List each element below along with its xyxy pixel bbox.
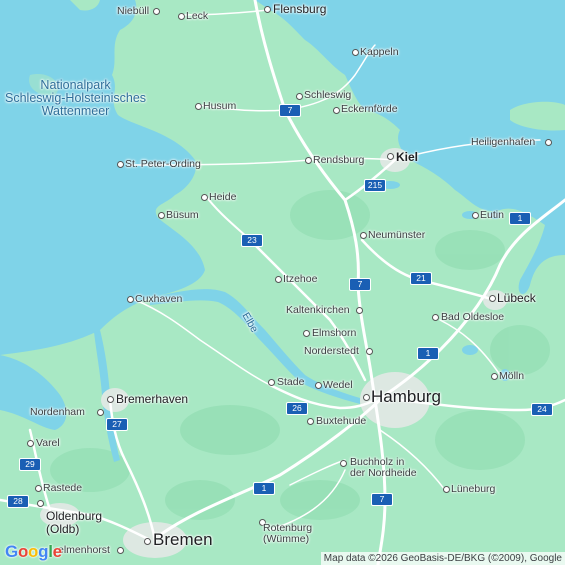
bremerhaven-marker[interactable] <box>107 396 114 403</box>
bremen-marker[interactable] <box>144 538 151 545</box>
place-buchholz[interactable]: Buchholz in der Nordheide <box>350 457 417 479</box>
route-shield-a23: 23 <box>241 234 263 247</box>
st-peter-ording-marker[interactable] <box>117 161 124 168</box>
elmshorn-marker[interactable] <box>303 330 310 337</box>
place-oldenburg[interactable]: Oldenburg (Oldb) <box>46 510 102 536</box>
map-canvas[interactable]: Nationalpark Schleswig-Holsteinisches Wa… <box>0 0 565 565</box>
place-schleswig[interactable]: Schleswig <box>304 90 351 101</box>
place-bad-oldesloe[interactable]: Bad Oldesloe <box>441 312 504 323</box>
route-shield-a28: 28 <box>7 495 29 508</box>
route-shield-a1-south: 1 <box>253 482 275 495</box>
place-niebuell[interactable]: Niebüll <box>117 6 149 17</box>
rendsburg-marker[interactable] <box>305 157 312 164</box>
route-shield-a21: 21 <box>410 272 432 285</box>
wedel-marker[interactable] <box>315 382 322 389</box>
kiel-marker[interactable] <box>387 153 394 160</box>
route-shield-a29: 29 <box>19 458 41 471</box>
place-elmshorn[interactable]: Elmshorn <box>312 328 356 339</box>
place-kiel[interactable]: Kiel <box>396 151 418 164</box>
husum-marker[interactable] <box>195 103 202 110</box>
cuxhaven-marker[interactable] <box>127 296 134 303</box>
place-heiligenhafen[interactable]: Heiligenhafen <box>471 137 535 148</box>
flensburg-marker[interactable] <box>264 6 271 13</box>
google-logo: Google <box>5 542 62 561</box>
leck-marker[interactable] <box>178 13 185 20</box>
delmenhorst-marker[interactable] <box>117 547 124 554</box>
place-st-peter-ording[interactable]: St. Peter-Ording <box>125 159 201 170</box>
place-stade[interactable]: Stade <box>277 377 304 388</box>
place-moelln[interactable]: Mölln <box>499 371 524 382</box>
route-shield-a7-north: 7 <box>279 104 301 117</box>
place-eutin[interactable]: Eutin <box>480 210 504 221</box>
bad-oldesloe-marker[interactable] <box>432 314 439 321</box>
place-flensburg[interactable]: Flensburg <box>273 3 326 16</box>
kappeln-marker[interactable] <box>352 49 359 56</box>
place-rastede[interactable]: Rastede <box>43 483 82 494</box>
place-bremerhaven[interactable]: Bremerhaven <box>116 393 188 406</box>
route-shield-a215: 215 <box>364 179 386 192</box>
place-cuxhaven[interactable]: Cuxhaven <box>135 294 182 305</box>
moelln-marker[interactable] <box>491 373 498 380</box>
place-kaltenkirchen[interactable]: Kaltenkirchen <box>286 305 350 316</box>
map-attribution[interactable]: Map data ©2026 GeoBasis-DE/BKG (©2009), … <box>320 552 565 565</box>
itzehoe-marker[interactable] <box>275 276 282 283</box>
stade-marker[interactable] <box>268 379 275 386</box>
route-shield-a26: 26 <box>286 402 308 415</box>
route-shield-a1-east: 1 <box>509 212 531 225</box>
heide-marker[interactable] <box>201 194 208 201</box>
schleswig-marker[interactable] <box>296 93 303 100</box>
place-itzehoe[interactable]: Itzehoe <box>283 274 317 285</box>
place-norderstedt[interactable]: Norderstedt <box>304 346 359 357</box>
place-wedel[interactable]: Wedel <box>323 380 353 391</box>
route-shield-a7-mid: 7 <box>349 278 371 291</box>
place-kappeln[interactable]: Kappeln <box>360 47 399 58</box>
eutin-marker[interactable] <box>472 212 479 219</box>
buesum-marker[interactable] <box>158 212 165 219</box>
buxtehude-marker[interactable] <box>307 418 314 425</box>
eckernfoerde-marker[interactable] <box>333 107 340 114</box>
niebuell-marker[interactable] <box>153 8 160 15</box>
rastede-marker[interactable] <box>35 485 42 492</box>
place-neumuenster[interactable]: Neumünster <box>368 230 425 241</box>
neumuenster-marker[interactable] <box>360 232 367 239</box>
place-rotenburg[interactable]: Rotenburg (Wümme) <box>263 523 312 545</box>
hamburg-marker[interactable] <box>363 394 370 401</box>
norderstedt-marker[interactable] <box>366 348 373 355</box>
place-varel[interactable]: Varel <box>36 438 60 449</box>
buchholz-marker[interactable] <box>340 460 347 467</box>
place-eckernfoerde[interactable]: Eckernförde <box>341 104 398 115</box>
place-hamburg[interactable]: Hamburg <box>371 388 441 406</box>
luebeck-marker[interactable] <box>489 295 496 302</box>
place-rendsburg[interactable]: Rendsburg <box>313 155 364 166</box>
route-shield-a1-mid: 1 <box>417 347 439 360</box>
place-husum[interactable]: Husum <box>203 101 236 112</box>
route-shield-a24: 24 <box>531 403 553 416</box>
route-shield-a7-south: 7 <box>371 493 393 506</box>
place-leck[interactable]: Leck <box>186 11 208 22</box>
route-shield-a27: 27 <box>106 418 128 431</box>
place-bremen[interactable]: Bremen <box>153 531 213 549</box>
place-buesum[interactable]: Büsum <box>166 210 199 221</box>
heiligenhafen-marker[interactable] <box>545 139 552 146</box>
oldenburg-marker[interactable] <box>37 500 44 507</box>
place-heide[interactable]: Heide <box>209 192 236 203</box>
place-luebeck[interactable]: Lübeck <box>497 292 536 305</box>
varel-marker[interactable] <box>27 440 34 447</box>
kaltenkirchen-marker[interactable] <box>356 307 363 314</box>
place-buxtehude[interactable]: Buxtehude <box>316 416 366 427</box>
place-delmenhorst[interactable]: elmenhorst <box>58 545 110 556</box>
lueneburg-marker[interactable] <box>443 486 450 493</box>
place-lueneburg[interactable]: Lüneburg <box>451 484 495 495</box>
place-nordenham[interactable]: Nordenham <box>30 407 85 418</box>
wattenmeer-label: Nationalpark Schleswig-Holsteinisches Wa… <box>5 78 147 118</box>
nordenham-marker[interactable] <box>97 409 104 416</box>
